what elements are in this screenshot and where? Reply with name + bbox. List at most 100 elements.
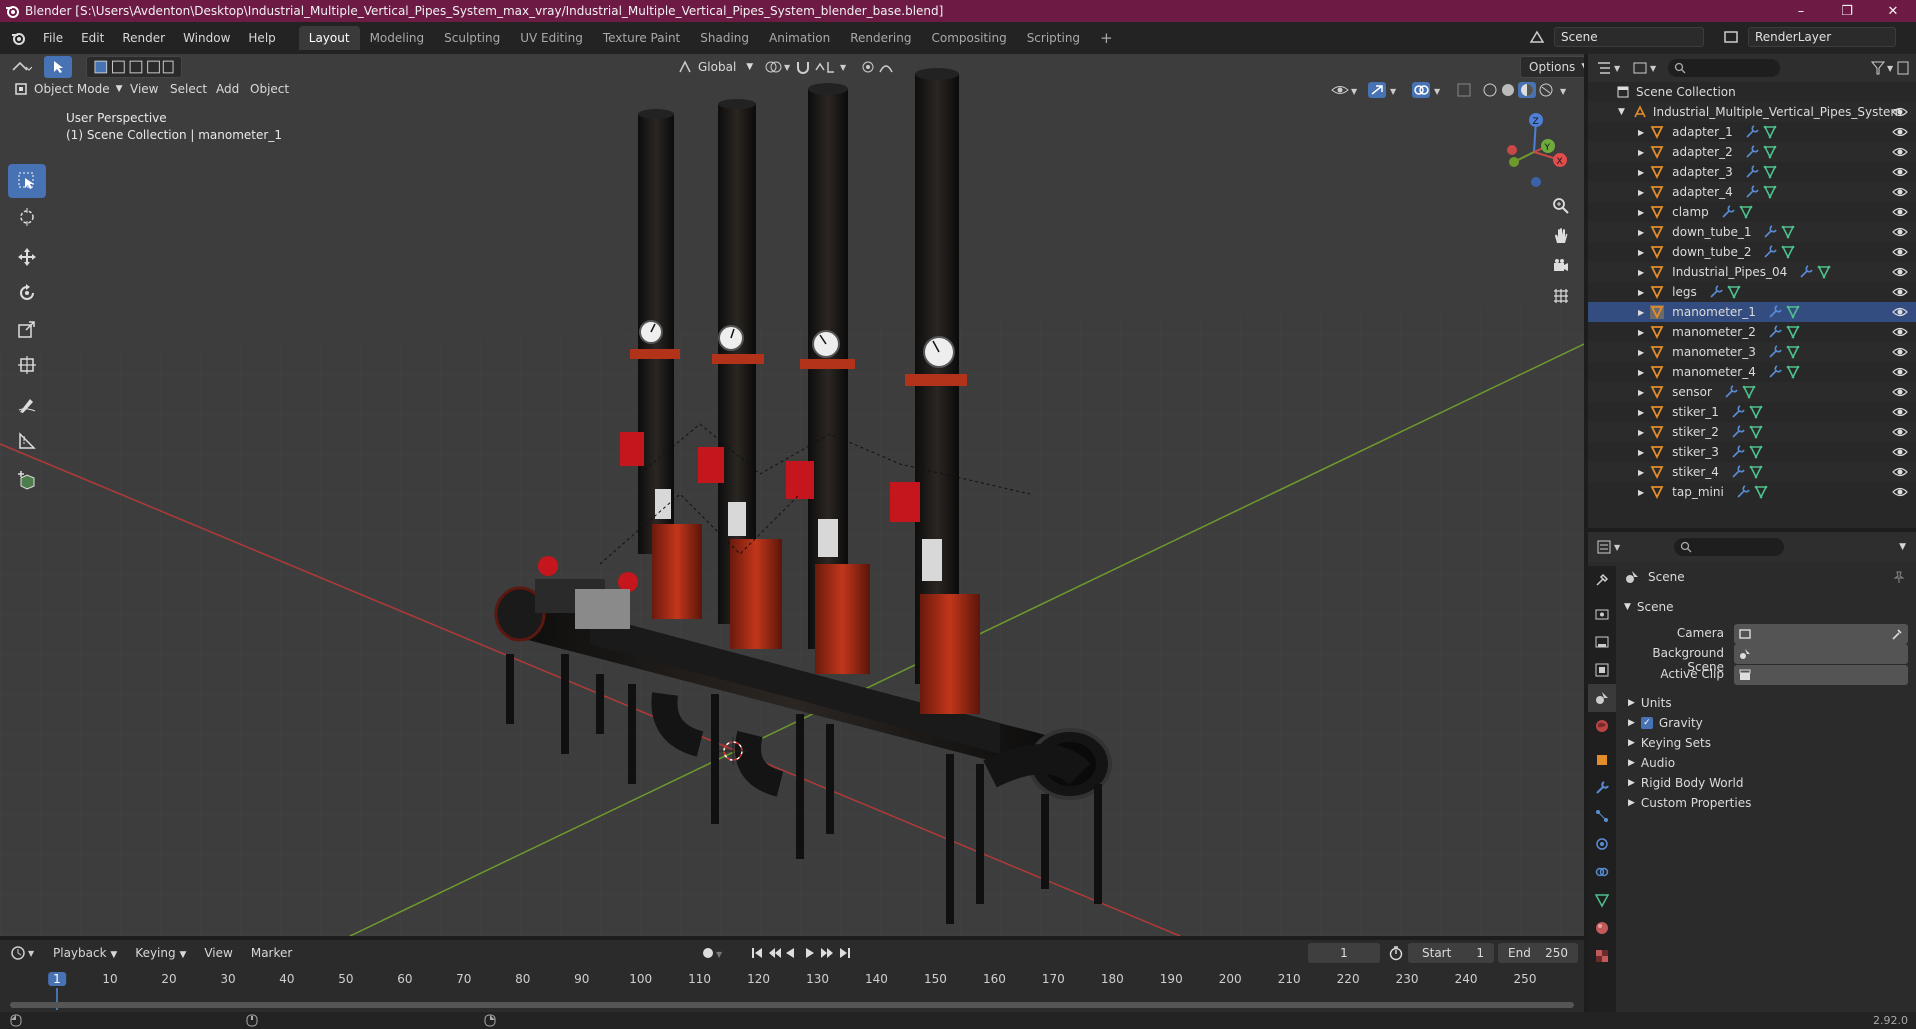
- outliner-row-object[interactable]: ▶ adapter_3: [1588, 162, 1916, 182]
- eye-icon[interactable]: [1892, 105, 1908, 119]
- outliner-row-object[interactable]: ▶ sensor: [1588, 382, 1916, 402]
- object-menu[interactable]: Object: [244, 78, 295, 100]
- wrench-icon[interactable]: [1768, 325, 1782, 339]
- editor-type-icon[interactable]: ▼: [10, 945, 38, 961]
- tab-scripting[interactable]: Scripting: [1017, 26, 1090, 50]
- navigation-gizmo[interactable]: Z X Y: [1500, 110, 1570, 190]
- wrench-icon[interactable]: [1731, 465, 1745, 479]
- select-menu[interactable]: Select: [164, 78, 213, 100]
- mesh-data-icon[interactable]: [1763, 145, 1777, 159]
- cursor-tool[interactable]: [8, 200, 46, 234]
- object-mode-dropdown[interactable]: Object Mode ▼: [8, 78, 129, 100]
- end-frame-field[interactable]: End 250: [1498, 943, 1578, 963]
- 3d-viewport[interactable]: Global ▼ ▼ ▼ Options ▼ Object Mode ▼ Vie…: [0, 54, 1584, 936]
- transform-tool[interactable]: [8, 348, 46, 382]
- mesh-data-icon[interactable]: [1739, 205, 1753, 219]
- background-scene-field[interactable]: [1734, 644, 1908, 664]
- wrench-icon[interactable]: [1763, 245, 1778, 259]
- scene-icon[interactable]: [1528, 28, 1546, 46]
- tab-output[interactable]: [1588, 628, 1616, 656]
- chevron-right-icon[interactable]: ▶: [1638, 288, 1644, 297]
- measure-tool[interactable]: [8, 424, 46, 458]
- blender-menu-icon[interactable]: [10, 30, 26, 46]
- active-clip-field[interactable]: [1734, 665, 1908, 685]
- eye-icon[interactable]: [1892, 265, 1908, 279]
- add-workspace-icon[interactable]: +: [1090, 24, 1123, 52]
- eye-icon[interactable]: [1892, 285, 1908, 299]
- outliner-row-object[interactable]: ▶ adapter_2: [1588, 142, 1916, 162]
- chevron-right-icon[interactable]: ▶: [1638, 268, 1644, 277]
- mesh-data-icon[interactable]: [1763, 165, 1777, 179]
- tab-view-layer[interactable]: [1588, 656, 1616, 684]
- outliner-row-object[interactable]: ▶ tap_mini: [1588, 482, 1916, 502]
- tab-uv-editing[interactable]: UV Editing: [510, 26, 593, 50]
- chevron-right-icon[interactable]: ▶: [1638, 328, 1644, 337]
- mesh-data-icon[interactable]: [1786, 305, 1800, 319]
- display-mode-icon[interactable]: ▼: [1632, 60, 1660, 76]
- eye-icon[interactable]: [1892, 165, 1908, 179]
- selection-mode-group[interactable]: [86, 56, 182, 78]
- wrench-icon[interactable]: [1745, 145, 1759, 159]
- chevron-right-icon[interactable]: ▶: [1638, 408, 1644, 417]
- mesh-data-icon[interactable]: [1781, 225, 1795, 239]
- eye-icon[interactable]: [1892, 405, 1908, 419]
- eyedropper-icon[interactable]: [1890, 627, 1904, 641]
- tab-texture-paint[interactable]: Texture Paint: [593, 26, 690, 50]
- eye-icon[interactable]: [1892, 245, 1908, 259]
- outliner-row-collection[interactable]: ▼ Industrial_Multiple_Vertical_Pipes_Syst…: [1588, 102, 1916, 122]
- wrench-icon[interactable]: [1731, 425, 1745, 439]
- mesh-data-icon[interactable]: [1727, 285, 1741, 299]
- tab-constraints[interactable]: [1588, 858, 1616, 886]
- menu-file[interactable]: File: [34, 31, 72, 45]
- eye-icon[interactable]: [1892, 465, 1908, 479]
- chevron-right-icon[interactable]: ▶: [1638, 128, 1644, 137]
- mesh-data-icon[interactable]: [1786, 365, 1800, 379]
- view-menu[interactable]: View: [124, 78, 164, 100]
- tab-data[interactable]: [1588, 886, 1616, 914]
- move-tool[interactable]: [8, 240, 46, 274]
- select-mode-button[interactable]: [44, 56, 72, 78]
- eye-icon[interactable]: [1892, 425, 1908, 439]
- playback-controls[interactable]: ▼: [700, 945, 860, 961]
- tab-scene[interactable]: [1588, 684, 1616, 712]
- mesh-data-icon[interactable]: [1763, 125, 1777, 139]
- chevron-right-icon[interactable]: ▶: [1638, 488, 1644, 497]
- mesh-data-icon[interactable]: [1749, 465, 1763, 479]
- chevron-right-icon[interactable]: ▶: [1638, 448, 1644, 457]
- tab-texture[interactable]: [1588, 942, 1616, 970]
- close-button[interactable]: ✕: [1870, 4, 1916, 19]
- rigid-body-world-subpanel[interactable]: ▶ Rigid Body World: [1628, 772, 1743, 794]
- menu-render[interactable]: Render: [113, 31, 174, 45]
- chevron-right-icon[interactable]: ▶: [1638, 248, 1644, 257]
- eye-icon[interactable]: [1892, 225, 1908, 239]
- start-frame-field[interactable]: Start 1: [1408, 943, 1494, 963]
- audio-subpanel[interactable]: ▶ Audio: [1628, 752, 1675, 774]
- rotate-tool[interactable]: [8, 276, 46, 310]
- chevron-right-icon[interactable]: ▶: [1638, 208, 1644, 217]
- tab-modifiers[interactable]: [1588, 774, 1616, 802]
- options-dropdown[interactable]: Options ▼: [1520, 56, 1584, 78]
- wrench-icon[interactable]: [1736, 485, 1750, 499]
- eye-icon[interactable]: [1892, 445, 1908, 459]
- outliner-row-object[interactable]: ▶ down_tube_1: [1588, 222, 1916, 242]
- tab-animation[interactable]: Animation: [759, 26, 840, 50]
- editor-type-icon[interactable]: ▼: [1596, 60, 1624, 76]
- eye-icon[interactable]: [1892, 345, 1908, 359]
- minimize-button[interactable]: –: [1778, 4, 1824, 19]
- pin-icon[interactable]: [1892, 570, 1906, 584]
- chevron-right-icon[interactable]: ▶: [1638, 168, 1644, 177]
- snap-toggle[interactable]: ▼: [790, 56, 858, 78]
- outliner-row-object[interactable]: ▶ adapter_1: [1588, 122, 1916, 142]
- tab-physics[interactable]: [1588, 830, 1616, 858]
- mesh-data-icon[interactable]: [1786, 345, 1800, 359]
- wrench-icon[interactable]: [1763, 225, 1778, 239]
- menu-edit[interactable]: Edit: [72, 31, 113, 45]
- eye-icon[interactable]: [1892, 325, 1908, 339]
- zoom-icon[interactable]: [1547, 192, 1575, 220]
- wrench-icon[interactable]: [1768, 305, 1782, 319]
- tab-modeling[interactable]: Modeling: [360, 26, 435, 50]
- mesh-data-icon[interactable]: [1749, 425, 1763, 439]
- keying-sets-subpanel[interactable]: ▶ Keying Sets: [1628, 732, 1711, 754]
- outliner-row-object[interactable]: ▶ legs: [1588, 282, 1916, 302]
- tab-particles[interactable]: [1588, 802, 1616, 830]
